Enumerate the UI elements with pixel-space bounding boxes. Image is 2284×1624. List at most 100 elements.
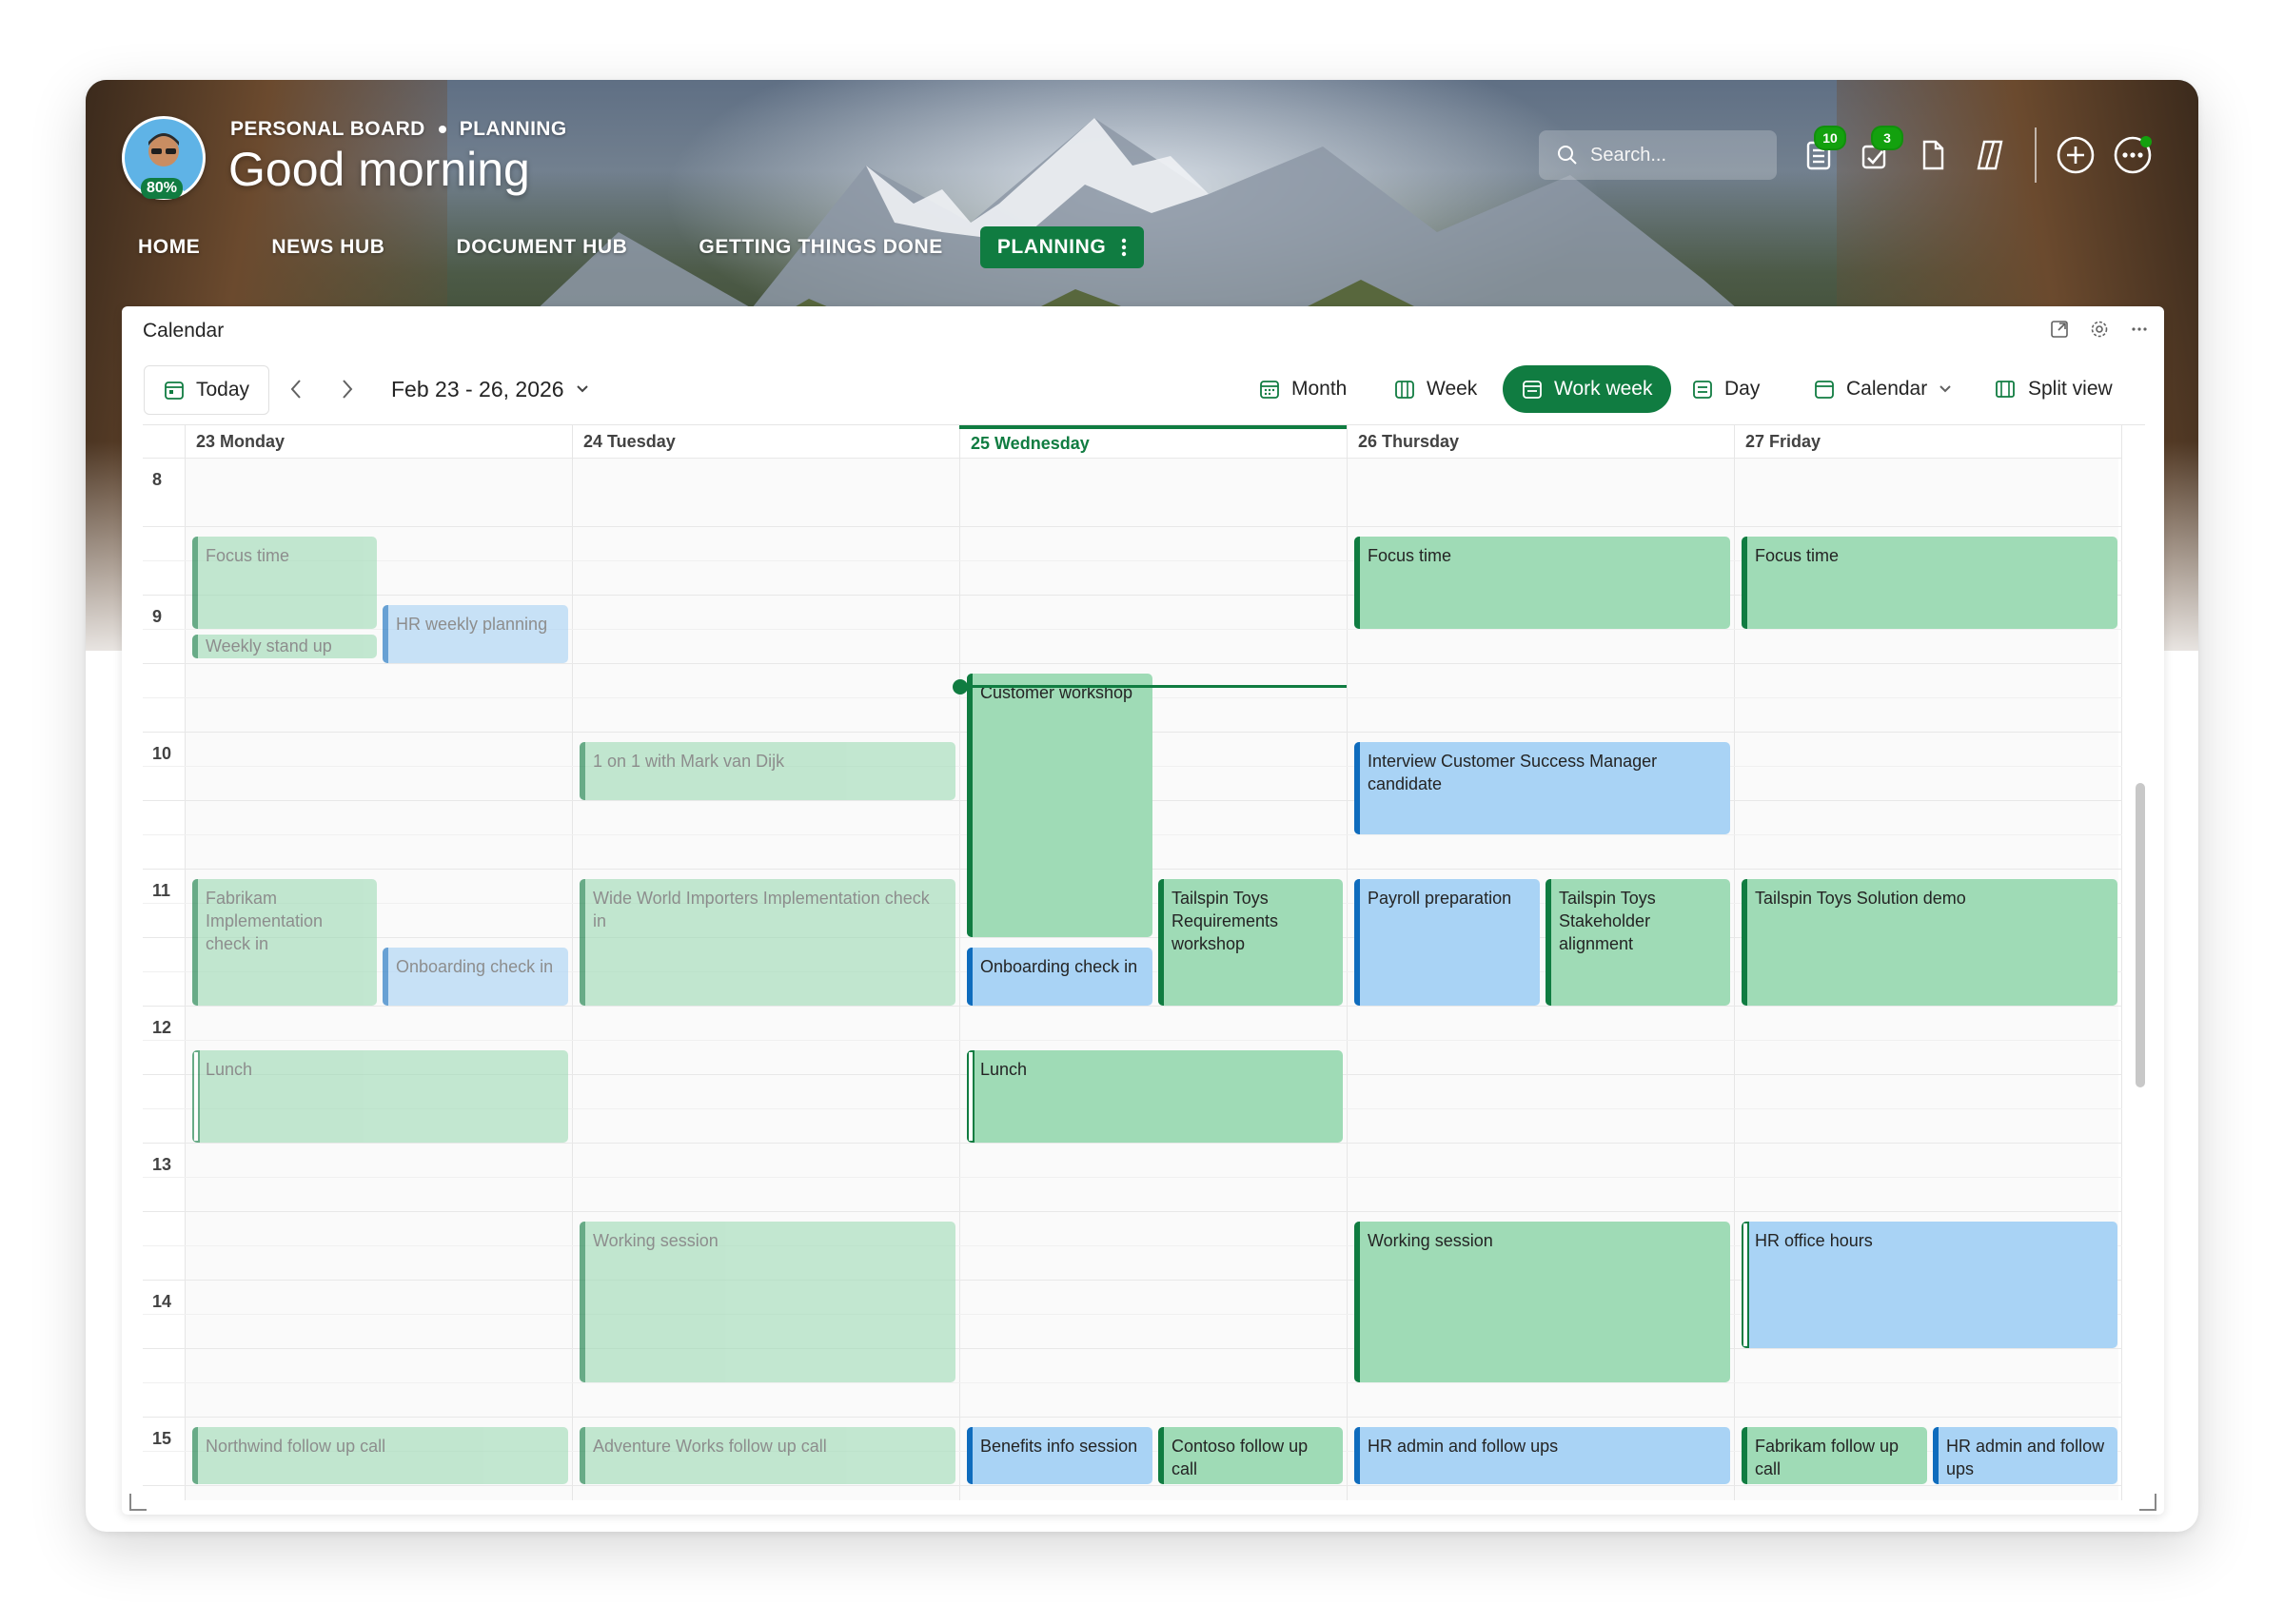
add-button[interactable]	[2054, 133, 2097, 177]
split-view-icon	[1996, 381, 2015, 398]
next-button[interactable]	[341, 365, 354, 413]
view-day-button[interactable]: Day	[1692, 365, 1760, 413]
calendar-event[interactable]: Working session	[1354, 1222, 1730, 1382]
breadcrumb-board[interactable]: PERSONAL BOARD	[230, 118, 425, 141]
day-header-friday[interactable]: 27 Friday	[1734, 425, 2121, 458]
nav-news-hub[interactable]: NEWS HUB	[253, 226, 403, 268]
breadcrumb: PERSONAL BOARD PLANNING	[230, 118, 567, 141]
calendar-icon	[1815, 381, 1834, 399]
calendar-event[interactable]: Benefits info session	[967, 1427, 1152, 1484]
more-circle-icon	[2114, 136, 2152, 174]
approvals-button[interactable]: 3	[1854, 126, 1903, 177]
calendar-event[interactable]: Adventure Works follow up call	[580, 1427, 955, 1484]
kebab-icon[interactable]	[1121, 237, 1127, 258]
copilot-button[interactable]	[1968, 133, 2012, 177]
search-input[interactable]: Search...	[1539, 130, 1777, 180]
calendar-event[interactable]: HR weekly planning	[383, 605, 568, 663]
split-view-label: Split view	[2028, 378, 2113, 400]
day-header-thursday[interactable]: 26 Thursday	[1347, 425, 1734, 458]
split-view-button[interactable]: Split view	[1994, 365, 2113, 413]
chevron-left-icon	[290, 380, 301, 399]
calendar-event[interactable]: HR admin and follow ups	[1354, 1427, 1730, 1484]
calendar-event[interactable]: Lunch	[967, 1050, 1343, 1143]
current-time-line	[959, 685, 1347, 688]
calendar-event[interactable]: Tailspin Toys Stakeholder alignment	[1546, 879, 1730, 1006]
calendar-event[interactable]: Onboarding check in	[967, 948, 1152, 1006]
calendar-event[interactable]: Payroll preparation	[1354, 879, 1540, 1006]
calendar-event[interactable]: Lunch	[192, 1050, 568, 1143]
calendar-title: Calendar	[143, 320, 225, 342]
nav-getting-things-done[interactable]: GETTING THINGS DONE	[680, 226, 960, 268]
hour-label: 10	[152, 744, 172, 763]
nav-document-hub[interactable]: DOCUMENT HUB	[439, 226, 646, 268]
grid-scrollbar[interactable]	[2136, 783, 2145, 1087]
calendar-event[interactable]: HR office hours	[1742, 1222, 2117, 1348]
documents-button[interactable]	[1911, 133, 1955, 177]
calendar-event[interactable]: Interview Customer Success Manager candi…	[1354, 742, 1730, 834]
calendar-month-icon	[1260, 381, 1279, 399]
approvals-count-badge: 3	[1871, 126, 1903, 150]
calendar-event[interactable]: Fabrikam follow up call	[1742, 1427, 1927, 1484]
tasks-button[interactable]: 10	[1797, 126, 1846, 177]
calendar-event[interactable]: Tailspin Toys Requirements workshop	[1158, 879, 1343, 1006]
calendar-today-icon	[165, 382, 184, 400]
hour-label: 14	[152, 1292, 172, 1311]
view-month-label: Month	[1291, 378, 1348, 400]
today-button[interactable]: Today	[144, 365, 269, 415]
expand-icon[interactable]	[2050, 320, 2069, 339]
calendar-event[interactable]: Tailspin Toys Solution demo	[1742, 879, 2117, 1006]
calendar-event[interactable]: Contoso follow up call	[1158, 1427, 1343, 1484]
calendar-card: Calendar Today Feb 23 - 26, 2026 Month W…	[122, 306, 2164, 1515]
card-toolbar	[2050, 320, 2149, 339]
calendar-work-week-icon	[1523, 381, 1542, 399]
settings-gear-icon[interactable]	[2090, 320, 2109, 339]
view-month-button[interactable]: Month	[1259, 365, 1347, 413]
calendar-event[interactable]: Focus time	[1354, 537, 1730, 629]
view-work-week-button[interactable]: Work week	[1503, 365, 1672, 413]
day-header-wednesday[interactable]: 25 Wednesday	[959, 425, 1347, 458]
hour-label: 8	[152, 470, 163, 489]
more-options-button[interactable]	[2111, 133, 2155, 177]
nav-planning[interactable]: PLANNING	[979, 226, 1145, 268]
view-work-week-label: Work week	[1554, 378, 1653, 400]
calendar-event[interactable]: Working session	[580, 1222, 955, 1382]
date-range-label: Feb 23 - 26, 2026	[391, 376, 564, 401]
day-header-monday[interactable]: 23 Monday	[185, 425, 572, 458]
hour-label: 13	[152, 1155, 172, 1174]
calendar-event[interactable]: Weekly stand up	[192, 635, 377, 658]
hour-label: 9	[152, 607, 163, 626]
avatar-progress-badge: 80%	[141, 178, 184, 199]
calendar-event[interactable]: Wide World Importers Implementation chec…	[580, 879, 955, 1006]
calendar-event[interactable]: Onboarding check in	[383, 948, 568, 1006]
tasks-count-badge: 10	[1814, 126, 1846, 150]
calendar-selector[interactable]: Calendar	[1814, 365, 1952, 413]
view-day-label: Day	[1724, 378, 1761, 400]
day-header-tuesday[interactable]: 24 Tuesday	[572, 425, 959, 458]
chevron-down-icon	[1939, 385, 1951, 393]
date-range-picker[interactable]: Feb 23 - 26, 2026	[391, 365, 589, 413]
nav-planning-label: PLANNING	[996, 236, 1107, 258]
hour-label: 11	[152, 881, 171, 900]
calendar-event[interactable]: 1 on 1 with Mark van Dijk	[580, 742, 955, 800]
calendar-event[interactable]: Northwind follow up call	[192, 1427, 568, 1484]
calendar-event[interactable]: Customer workshop	[967, 674, 1152, 937]
more-horizontal-icon[interactable]	[2130, 320, 2149, 339]
app-window: 80% PERSONAL BOARD PLANNING Good morning…	[86, 80, 2198, 1532]
calendar-selector-label: Calendar	[1846, 378, 1928, 400]
view-week-button[interactable]: Week	[1394, 365, 1477, 413]
calendar-event[interactable]: Focus time	[1742, 537, 2117, 629]
copilot-icon	[1977, 140, 2003, 170]
nav-home[interactable]: HOME	[120, 226, 218, 268]
plus-circle-icon	[2057, 136, 2095, 174]
resize-corner-right[interactable]	[2139, 1494, 2156, 1511]
calendar-event[interactable]: Fabrikam Implementation check in	[192, 879, 377, 1006]
calendar-event[interactable]: Focus time	[192, 537, 377, 629]
document-icon	[1922, 140, 1944, 170]
previous-button[interactable]	[289, 365, 303, 413]
calendar-event[interactable]: HR admin and follow ups	[1933, 1427, 2117, 1484]
greeting-title: Good morning	[228, 143, 530, 196]
breadcrumb-page[interactable]: PLANNING	[460, 118, 567, 141]
view-week-label: Week	[1427, 378, 1478, 400]
calendar-day-icon	[1693, 381, 1712, 399]
hour-label: 12	[152, 1018, 172, 1037]
